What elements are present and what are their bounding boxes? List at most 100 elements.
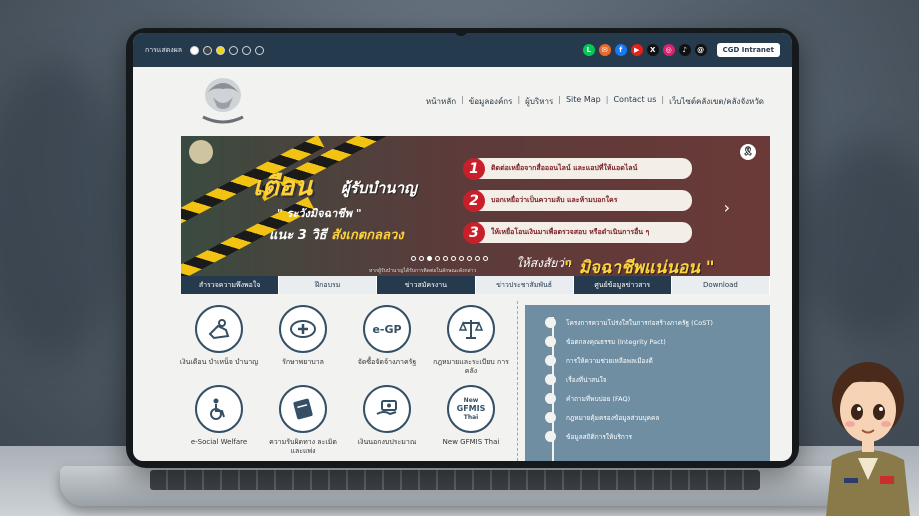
side-link[interactable]: โครงการความโปร่งใสในการก่อสร้างภาครัฐ (C… xyxy=(545,313,770,332)
nav-contact[interactable]: Contact us xyxy=(613,95,656,108)
banner-step: 3 ให้เหยื่อโอนเงินมาเพื่อตรวจสอบ หรือดำเ… xyxy=(463,221,692,244)
threads-icon[interactable]: @ xyxy=(694,44,707,56)
side-link[interactable]: คำถามที่พบบ่อย (FAQ) xyxy=(545,389,770,408)
nav-home[interactable]: หน้าหลัก xyxy=(426,95,456,108)
side-link[interactable]: ข้อมูลสถิติการให้บริการ xyxy=(545,427,770,446)
font-size-large[interactable] xyxy=(255,45,265,55)
service-salary-pension[interactable]: เงินเดือน บำเหน็จ บำนาญ xyxy=(179,305,259,367)
carousel-dot[interactable] xyxy=(483,256,488,261)
side-link[interactable]: เรื่องที่น่าสนใจ xyxy=(545,370,770,389)
bullet-icon xyxy=(545,393,556,404)
side-link[interactable]: การให้ความช่วยเหลือพลเมืองดี xyxy=(545,351,770,370)
service-label: ความรับผิดทาง ละเมิดและแพ่ง xyxy=(269,438,337,456)
service-label: รักษาพยาบาล xyxy=(282,358,324,366)
intranet-button[interactable]: CGD Intranet xyxy=(716,43,780,57)
nav-sitemap[interactable]: Site Map xyxy=(566,95,601,108)
service-liability[interactable]: ความรับผิดทาง ละเมิดและแพ่ง xyxy=(263,385,343,456)
background-plant-right xyxy=(800,140,919,340)
display-mode-yellow[interactable] xyxy=(216,45,226,55)
font-size-small[interactable] xyxy=(229,45,239,55)
tiktok-icon[interactable]: ♪ xyxy=(678,44,691,56)
font-size-medium[interactable] xyxy=(242,45,252,55)
egp-icon: e-GP xyxy=(363,305,411,353)
banner-step: 2 บอกเหยื่อว่าเป็นความลับ และห้ามบอกใคร xyxy=(463,189,692,212)
carousel-dot[interactable] xyxy=(443,256,448,261)
bullet-icon xyxy=(545,412,556,423)
laptop-screen: การแสดงผล L ✉ f ▶ X ◎ ♪ @ CGD Intranet ห… xyxy=(133,33,792,461)
hand-coins-icon xyxy=(195,305,243,353)
bullet-icon xyxy=(545,374,556,385)
step-text: บอกเหยื่อว่าเป็นความลับ และห้ามบอกใคร xyxy=(491,196,618,204)
service-off-budget[interactable]: เงินนอกงบประมาณ xyxy=(347,385,427,447)
site-header: หน้าหลัก | ข้อมูลองค์กร | ผู้บริหาร | Site … xyxy=(133,67,792,132)
x-icon[interactable]: X xyxy=(646,44,659,56)
facebook-icon[interactable]: f xyxy=(614,44,627,56)
side-links-panel: โครงการความโปร่งใสในการก่อสร้างภาครัฐ (C… xyxy=(525,305,770,461)
banner-emblem-icon xyxy=(189,140,213,164)
book-icon xyxy=(279,385,327,433)
nav-provincial-sites[interactable]: เว็บไซต์คลังเขต/คลังจังหวัด xyxy=(669,95,764,108)
bullet-icon xyxy=(545,431,556,442)
nav-executives[interactable]: ผู้บริหาร xyxy=(525,95,553,108)
banner-step: 1 ติดต่อเหยื่อจากสื่อออนไลน์ และแอปที่ให… xyxy=(463,157,692,180)
content-divider xyxy=(517,301,518,461)
tab-satisfaction[interactable]: สำรวจความพึงพอใจ xyxy=(181,276,280,294)
step-text: ติดต่อเหยื่อจากสื่อออนไลน์ และแอปที่ให้แ… xyxy=(491,164,638,172)
service-medical[interactable]: รักษาพยาบาล xyxy=(263,305,343,367)
banner-slogan: " มิจฉาชีพแน่นอน " xyxy=(564,258,715,276)
step-number: 1 xyxy=(463,157,485,180)
banner-advice: แนะ 3 วิธี สังเกตกลลวง xyxy=(269,224,404,245)
step-number: 3 xyxy=(463,221,485,244)
bullet-icon xyxy=(545,317,556,328)
display-mode-normal[interactable] xyxy=(190,45,200,55)
background-plant-left xyxy=(0,60,130,360)
service-egp[interactable]: e-GP จัดซื้อจัดจ้างภาครัฐ xyxy=(347,305,427,367)
banner-warning-target: ผู้รับบำนาญ xyxy=(341,179,417,197)
carousel-next-icon[interactable]: › xyxy=(724,198,730,217)
carousel-dot[interactable] xyxy=(459,256,464,261)
service-label: กฎหมายและระเบียบ การคลัง xyxy=(433,358,509,376)
carousel-dot[interactable] xyxy=(451,256,456,261)
carousel-dot[interactable] xyxy=(419,256,424,261)
side-link[interactable]: กฎหมายคุ้มครองข้อมูลส่วนบุคคล xyxy=(545,408,770,427)
carousel-dot[interactable] xyxy=(467,256,472,261)
line-icon[interactable]: L xyxy=(582,44,595,56)
carousel-dot[interactable] xyxy=(411,256,416,261)
carousel-dot-active[interactable] xyxy=(427,256,432,261)
tab-news[interactable]: ข่าวประชาสัมพันธ์ xyxy=(475,276,574,294)
step-text: ให้เหยื่อโอนเงินมาเพื่อตรวจสอบ หรือดำเนิ… xyxy=(491,228,650,236)
bullet-icon xyxy=(545,355,556,366)
service-e-social-welfare[interactable]: e-Social Welfare xyxy=(179,385,259,447)
side-link[interactable]: ข้อตกลงคุณธรรม (Integrity Pact) xyxy=(545,332,770,351)
banner-slogan-small: ให้สงสัยว่า xyxy=(516,256,571,270)
banner-note: หากผู้รับบำนาญได้รับการติดต่อในลักษณะดัง… xyxy=(369,268,477,274)
tab-training[interactable]: ฝึกอบรม xyxy=(279,276,378,294)
tab-download[interactable]: Download xyxy=(671,276,771,294)
display-mode-dark[interactable] xyxy=(203,45,213,55)
service-label: เงินเดือน บำเหน็จ บำนาญ xyxy=(179,358,259,366)
tab-info-center[interactable]: ศูนย์ข้อมูลข่าวสาร xyxy=(573,276,672,294)
banner-advice-prefix: แนะ 3 วิธี xyxy=(269,228,327,243)
nav-organization[interactable]: ข้อมูลองค์กร xyxy=(469,95,513,108)
hero-banner[interactable]: เตือน ผู้รับบำนาญ " ระวังมิจฉาชีพ " แนะ … xyxy=(181,136,770,276)
gfmis-icon-text-new: New xyxy=(463,397,479,405)
step-number: 2 xyxy=(463,189,485,212)
carousel-dots[interactable] xyxy=(411,256,488,261)
service-label: e-Social Welfare xyxy=(190,438,248,446)
instagram-icon[interactable]: ◎ xyxy=(662,44,675,56)
egp-icon-text: e-GP xyxy=(372,322,402,336)
garuda-logo-icon[interactable] xyxy=(193,73,253,129)
carousel-dot[interactable] xyxy=(475,256,480,261)
youtube-icon[interactable]: ▶ xyxy=(630,44,643,56)
laptop-keyboard xyxy=(150,470,760,490)
money-hand-icon xyxy=(363,385,411,433)
gfmis-icon: New GFMIS Thai xyxy=(447,385,495,433)
tab-jobs[interactable]: ข่าวสมัครงาน xyxy=(377,276,476,294)
mail-icon[interactable]: ✉ xyxy=(598,44,611,56)
scales-icon xyxy=(447,305,495,353)
carousel-dot[interactable] xyxy=(435,256,440,261)
display-mode-label: การแสดงผล xyxy=(145,45,183,54)
banner-warning: เตือน xyxy=(253,172,313,202)
service-gfmis[interactable]: New GFMIS Thai New GFMIS Thai xyxy=(431,385,511,447)
service-law[interactable]: กฎหมายและระเบียบ การคลัง xyxy=(431,305,511,376)
